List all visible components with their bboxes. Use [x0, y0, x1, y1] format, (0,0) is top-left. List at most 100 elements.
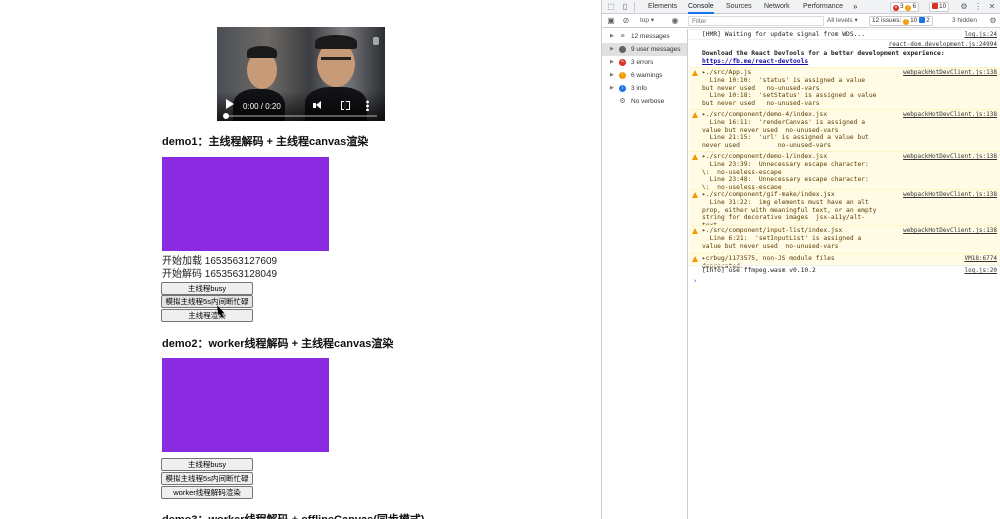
sidebar-item-label: 12 messages [631, 33, 670, 40]
sidebar-item-info[interactable]: ▶ i 3 info [602, 82, 687, 95]
demo2-main-busy-button[interactable]: 主线程busy [161, 458, 253, 471]
console-prompt-icon[interactable]: › [693, 277, 697, 285]
context-label: top [640, 17, 650, 24]
issues-warning-count: 10 [910, 17, 918, 24]
hidden-count[interactable]: 3 hidden [952, 16, 977, 26]
issues-label: 12 issues: [872, 17, 902, 24]
message-source-link[interactable]: log.js:20 [964, 267, 997, 274]
error-count: 3 [900, 3, 904, 10]
video-progress-handle[interactable] [223, 113, 229, 119]
message-text: [HMR] Waiting for update signal from WDS… [702, 31, 866, 38]
clear-console-icon[interactable]: ⊘ [621, 16, 631, 26]
settings-gear-icon[interactable]: ⚙ [959, 2, 969, 12]
error-icon: × [619, 59, 626, 66]
close-devtools-icon[interactable]: ✕ [987, 2, 997, 12]
demo-page: 0:00 / 0:20 demo1：主线程解码 + 主线程canvas渲染 开始… [0, 0, 601, 519]
console-filter-input[interactable] [688, 16, 824, 26]
demo1-simulate-busy-button[interactable]: 模拟主线程5s内间断忙碌 [161, 295, 253, 308]
tab-elements[interactable]: Elements [648, 0, 677, 14]
demo2-worker-render-button[interactable]: worker线程解码渲染 [161, 486, 253, 499]
tab-divider [634, 2, 635, 12]
demo2-canvas [162, 358, 329, 452]
message-text: Download the React DevTools for a better… [702, 50, 987, 66]
more-options-icon[interactable] [366, 100, 369, 111]
warning-message: ▸./src/component/gif-make/index.jsx Line… [689, 189, 1000, 229]
message-text: ▸./src/component/demo-4/index.jsx Line 1… [702, 111, 869, 150]
expand-arrow-icon: ▶ [610, 59, 614, 65]
sidebar-item-messages[interactable]: ▶ ≡ 12 messages [602, 30, 687, 43]
log-levels-label: All levels [827, 17, 853, 24]
console-message: react-dom.development.js:24994 Download … [689, 39, 1000, 67]
video-person-right-glasses [321, 57, 351, 60]
warning-icon [692, 256, 698, 262]
message-source-link[interactable]: webpackHotDevClient.js:138 [903, 191, 997, 198]
devtools-panel: ⬚ ▯ Elements Console Sources Network Per… [601, 0, 1000, 519]
console-sidebar: ▶ ≡ 12 messages ▶ 9 user messages ▶ × 3 … [602, 29, 688, 519]
warning-message: ▸./src/component/input-list/index.jsx Li… [689, 225, 1000, 253]
video-progress-track[interactable] [225, 115, 377, 117]
expand-arrow-icon: ▶ [610, 46, 614, 52]
console-toolbar: ▣ ⊘ top ▾ ◉ All levels ▾ 12 issues: !10 … [602, 14, 1000, 28]
message-source-link[interactable]: VM18:6774 [964, 255, 997, 262]
error-icon: × [893, 5, 899, 11]
message-source-link[interactable]: react-dom.development.js:24994 [889, 41, 997, 48]
issues-info-icon [919, 17, 926, 23]
device-toolbar-icon[interactable]: ▯ [620, 2, 630, 12]
video-person-right-hair [315, 35, 357, 49]
sidebar-item-user-messages[interactable]: ▶ 9 user messages [602, 43, 687, 56]
sidebar-item-label: 3 errors [631, 59, 654, 66]
tab-performance[interactable]: Performance [803, 0, 843, 14]
issues-info-count: 2 [926, 17, 930, 24]
issues-warning-icon: ! [903, 19, 910, 25]
sidebar-item-warnings[interactable]: ▶ ! 6 warnings [602, 69, 687, 82]
warning-icon [692, 112, 698, 118]
more-menu-icon[interactable]: ⋮ [973, 2, 983, 12]
sidebar-toggle-icon[interactable]: ▣ [606, 16, 616, 26]
fullscreen-icon[interactable] [341, 100, 350, 110]
message-source-link[interactable]: webpackHotDevClient.js:138 [903, 153, 997, 160]
message-text: ▸./src/component/input-list/index.jsx Li… [702, 227, 862, 250]
tab-sources[interactable]: Sources [726, 0, 752, 14]
video-time: 0:00 / 0:20 [243, 102, 281, 111]
warning-message: ▸./src/component/demo-1/index.jsx Line 2… [689, 151, 1000, 207]
log-levels-select[interactable]: All levels ▾ [827, 16, 858, 26]
live-expression-eye-icon[interactable]: ◉ [670, 16, 680, 26]
console-message: [HMR] Waiting for update signal from WDS… [689, 29, 1000, 39]
issues-button[interactable]: 12 issues: ! 10 2 [869, 16, 933, 26]
info-count-badge[interactable]: 10 [929, 2, 950, 12]
console-settings-gear-icon[interactable]: ⚙ [988, 16, 998, 26]
console-message: [info] use ffmpeg.wasm v0.10.2 log.js:20 [689, 265, 1000, 277]
warning-message: ▸./src/component/demo-4/index.jsx Line 1… [689, 109, 1000, 151]
demo2-simulate-busy-button[interactable]: 模拟主线程5s内间断忙碌 [161, 472, 253, 485]
warning-count: 6 [912, 3, 917, 10]
react-devtools-link[interactable]: https://fb.me/react-devtools [702, 58, 808, 65]
inspect-element-icon[interactable]: ⬚ [606, 2, 616, 12]
warning-icon [692, 228, 698, 234]
context-select[interactable]: top ▾ [640, 16, 654, 26]
console-counts-badge[interactable]: × 3 ! 6 [890, 2, 920, 12]
message-source-link[interactable]: webpackHotDevClient.js:138 [903, 227, 997, 234]
user-icon [619, 46, 626, 53]
message-source-link[interactable]: log.js:24 [964, 31, 997, 38]
tab-console[interactable]: Console [688, 0, 714, 14]
video-controls: 0:00 / 0:20 [217, 91, 385, 121]
tab-network[interactable]: Network [764, 0, 790, 14]
sidebar-item-errors[interactable]: ▶ × 3 errors [602, 56, 687, 69]
list-icon: ≡ [620, 33, 625, 40]
message-source-link[interactable]: webpackHotDevClient.js:138 [903, 111, 997, 118]
volume-icon[interactable] [313, 101, 323, 110]
video-player[interactable]: 0:00 / 0:20 [217, 27, 385, 121]
video-person-left-hair [247, 46, 277, 58]
info-icon: i [619, 85, 626, 92]
warning-icon [692, 154, 698, 160]
play-icon[interactable] [226, 99, 234, 109]
more-tabs-button[interactable]: » [853, 0, 857, 14]
video-logo-icon [373, 37, 379, 45]
demo1-main-render-button[interactable]: 主线程渲染 [161, 309, 253, 322]
sidebar-item-verbose[interactable]: ⚙ No verbose [602, 95, 687, 108]
message-source-link[interactable]: webpackHotDevClient.js:138 [903, 69, 997, 76]
warning-icon: ! [905, 5, 912, 11]
devtools-tab-bar: ⬚ ▯ Elements Console Sources Network Per… [602, 0, 1000, 14]
demo1-main-busy-button[interactable]: 主线程busy [161, 282, 253, 295]
sidebar-item-label: 6 warnings [631, 72, 663, 79]
